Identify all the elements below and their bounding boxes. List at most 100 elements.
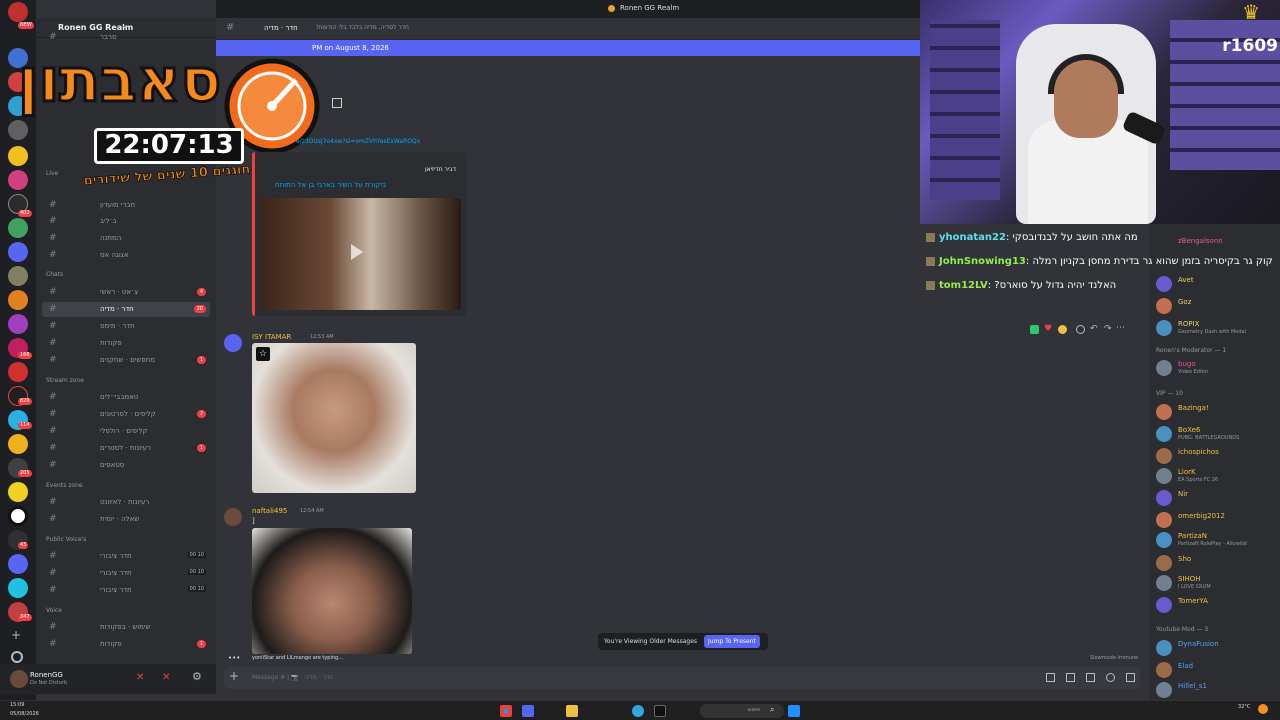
server-icon[interactable] bbox=[8, 554, 28, 574]
message-avatar[interactable] bbox=[224, 334, 242, 352]
channel-item[interactable]: # פקודות bbox=[42, 336, 210, 351]
server-icon[interactable] bbox=[8, 434, 28, 454]
video-thumbnail[interactable] bbox=[261, 198, 461, 310]
member-item[interactable]: Goz bbox=[1156, 296, 1280, 316]
message-image[interactable]: ☆ bbox=[252, 343, 416, 493]
emoji-icon[interactable] bbox=[1106, 673, 1115, 682]
jump-to-present-button[interactable]: Jump To Present bbox=[704, 635, 760, 648]
crown-icon: ♛ bbox=[1242, 0, 1260, 24]
sticker-icon[interactable] bbox=[1086, 673, 1095, 682]
member-item[interactable]: Elad bbox=[1156, 660, 1280, 680]
member-item[interactable]: TomerYA bbox=[1156, 595, 1280, 615]
play-icon[interactable] bbox=[351, 244, 363, 260]
member-item[interactable]: DynaFusion bbox=[1156, 638, 1280, 658]
apps-icon[interactable] bbox=[1126, 673, 1135, 682]
server-icon[interactable] bbox=[8, 578, 28, 598]
server-icon[interactable] bbox=[8, 506, 28, 526]
channel-item[interactable]: # חדר ציבורי 00 10 bbox=[42, 583, 210, 598]
edge-icon[interactable] bbox=[632, 705, 644, 717]
server-icon[interactable] bbox=[8, 242, 28, 262]
message-input-placeholder[interactable]: Message # | 📷 · חדר · מדיה bbox=[252, 674, 333, 681]
fullscreen-icon[interactable] bbox=[332, 98, 342, 108]
member-name[interactable]: zBengalsonn bbox=[1178, 237, 1223, 245]
member-item[interactable]: ichospichos bbox=[1156, 446, 1280, 466]
embed-title[interactable]: ביקורת על השיר בארבי בן אל התותח bbox=[275, 181, 386, 189]
server-icon[interactable] bbox=[8, 218, 28, 238]
member-item[interactable]: Bazinga! bbox=[1156, 402, 1280, 422]
folder-icon[interactable] bbox=[566, 705, 578, 717]
emoji-reaction-icon[interactable] bbox=[1058, 325, 1067, 334]
gif-icon[interactable] bbox=[1066, 673, 1075, 682]
channel-item[interactable]: # חדר ציבורי 00 10 bbox=[42, 549, 210, 564]
star-icon[interactable]: ☆ bbox=[256, 347, 270, 361]
user-name[interactable]: RonenGG bbox=[30, 671, 63, 679]
channel-item[interactable]: # רעיונות · לסטרים 1 bbox=[42, 441, 210, 456]
mute-icon[interactable]: ✕ bbox=[136, 672, 144, 683]
settings-icon[interactable]: ⚙ bbox=[192, 670, 202, 683]
channel-item[interactable]: # רעיונות · לאיוונט bbox=[42, 495, 210, 510]
channel-item[interactable]: # קליפים · רולפלי bbox=[42, 424, 210, 439]
channel-item[interactable]: # שימוש · בפקודות bbox=[42, 620, 210, 635]
server-icon[interactable] bbox=[8, 266, 28, 286]
server-icon[interactable] bbox=[8, 482, 28, 502]
message-author[interactable]: ISY ITAMAR bbox=[252, 333, 291, 341]
heart-reaction-icon[interactable]: ♥ bbox=[1044, 324, 1052, 334]
channel-category[interactable]: Public Voice's bbox=[46, 536, 86, 543]
message-author[interactable]: naftali495 bbox=[252, 507, 287, 515]
server-icon[interactable] bbox=[8, 314, 28, 334]
windows-start-icon[interactable] bbox=[788, 705, 800, 717]
channel-item[interactable]: # טאמבבי״לים bbox=[42, 390, 210, 405]
member-item[interactable]: Sho bbox=[1156, 553, 1280, 573]
channel-item[interactable]: # פקודות 1 bbox=[42, 637, 210, 652]
message-composer[interactable]: + Message # | 📷 · חדר · מדיה bbox=[224, 667, 1140, 689]
member-item[interactable]: Avet bbox=[1156, 274, 1280, 294]
member-item[interactable]: SIHOH I LOVE CRUM bbox=[1156, 573, 1280, 593]
discord-taskbar-icon[interactable] bbox=[522, 705, 534, 717]
server-icon[interactable] bbox=[8, 362, 28, 382]
attach-icon[interactable]: + bbox=[229, 669, 239, 683]
more-icon[interactable]: ⋯ bbox=[1116, 323, 1125, 333]
channel-category[interactable]: Chats bbox=[46, 271, 63, 278]
channel-item[interactable]: # קליפים · לסרטונים 2 bbox=[42, 407, 210, 422]
chrome-icon[interactable] bbox=[500, 705, 512, 717]
member-item[interactable]: BoXe6 PUBG: BATTLEGROUNDS bbox=[1156, 424, 1280, 444]
server-icon[interactable] bbox=[8, 2, 28, 22]
gift-icon[interactable] bbox=[1046, 673, 1055, 682]
forward-icon[interactable]: ↷ bbox=[1104, 324, 1112, 334]
member-item[interactable]: PartizaN PartizaN RolePlay - Allowlist bbox=[1156, 530, 1280, 550]
discover-icon[interactable] bbox=[11, 651, 23, 663]
channel-item[interactable]: # צ׳אט · ראשי 4 bbox=[42, 285, 210, 300]
reply-icon[interactable]: ↶ bbox=[1090, 324, 1098, 334]
member-item[interactable]: ROPIX Geometry Dash with Medal bbox=[1156, 318, 1280, 338]
channel-item[interactable]: # סטאפים bbox=[42, 458, 210, 473]
new-messages-bar[interactable]: PM on August 8, 2026 bbox=[216, 40, 920, 56]
app-icon[interactable] bbox=[654, 705, 666, 717]
server-icon[interactable] bbox=[8, 290, 28, 310]
add-server-icon[interactable]: + bbox=[11, 628, 21, 642]
channel-item[interactable]: # חדר ציבורי 00 10 bbox=[42, 566, 210, 581]
deafen-icon[interactable]: ✕ bbox=[162, 672, 170, 683]
message-image[interactable] bbox=[252, 528, 412, 654]
check-reaction-icon[interactable] bbox=[1030, 325, 1039, 334]
member-item[interactable]: bugo Video Editor bbox=[1156, 358, 1280, 378]
channel-category[interactable]: Events zone bbox=[46, 482, 83, 489]
channel-item[interactable]: # שאלה · יומית bbox=[42, 512, 210, 527]
channel-item[interactable]: # המתנה bbox=[42, 231, 210, 246]
user-avatar[interactable] bbox=[10, 670, 28, 688]
member-item[interactable]: Hillel_s1 bbox=[1156, 680, 1280, 700]
channel-item[interactable]: # חברי מועדון bbox=[42, 198, 210, 213]
channel-item[interactable]: # מחפשים · שחקנים 1 bbox=[42, 353, 210, 368]
channel-category[interactable]: Voice bbox=[46, 607, 62, 614]
channel-item[interactable]: # חדר · מימס bbox=[42, 319, 210, 334]
member-item[interactable]: omerbig2012 bbox=[1156, 510, 1280, 530]
channel-category[interactable]: Stream zone bbox=[46, 377, 84, 384]
channel-item[interactable]: # אגוגה אס bbox=[42, 248, 210, 263]
taskbar-search-box[interactable]: חיפוש ⌕ bbox=[700, 704, 784, 718]
channel-item[interactable]: # חדר · מדיה 20 bbox=[42, 302, 210, 317]
message-avatar[interactable] bbox=[224, 508, 242, 526]
member-item[interactable]: LiorK EA Sports FC 26 bbox=[1156, 466, 1280, 486]
message-link[interactable]: e/z3OUsJ7o4xw?si=vmZVhYasExWaROQx bbox=[296, 138, 420, 145]
member-item[interactable]: Nir bbox=[1156, 488, 1280, 508]
add-reaction-icon[interactable] bbox=[1076, 325, 1085, 334]
channel-item[interactable]: # ב׳ליב bbox=[42, 214, 210, 229]
